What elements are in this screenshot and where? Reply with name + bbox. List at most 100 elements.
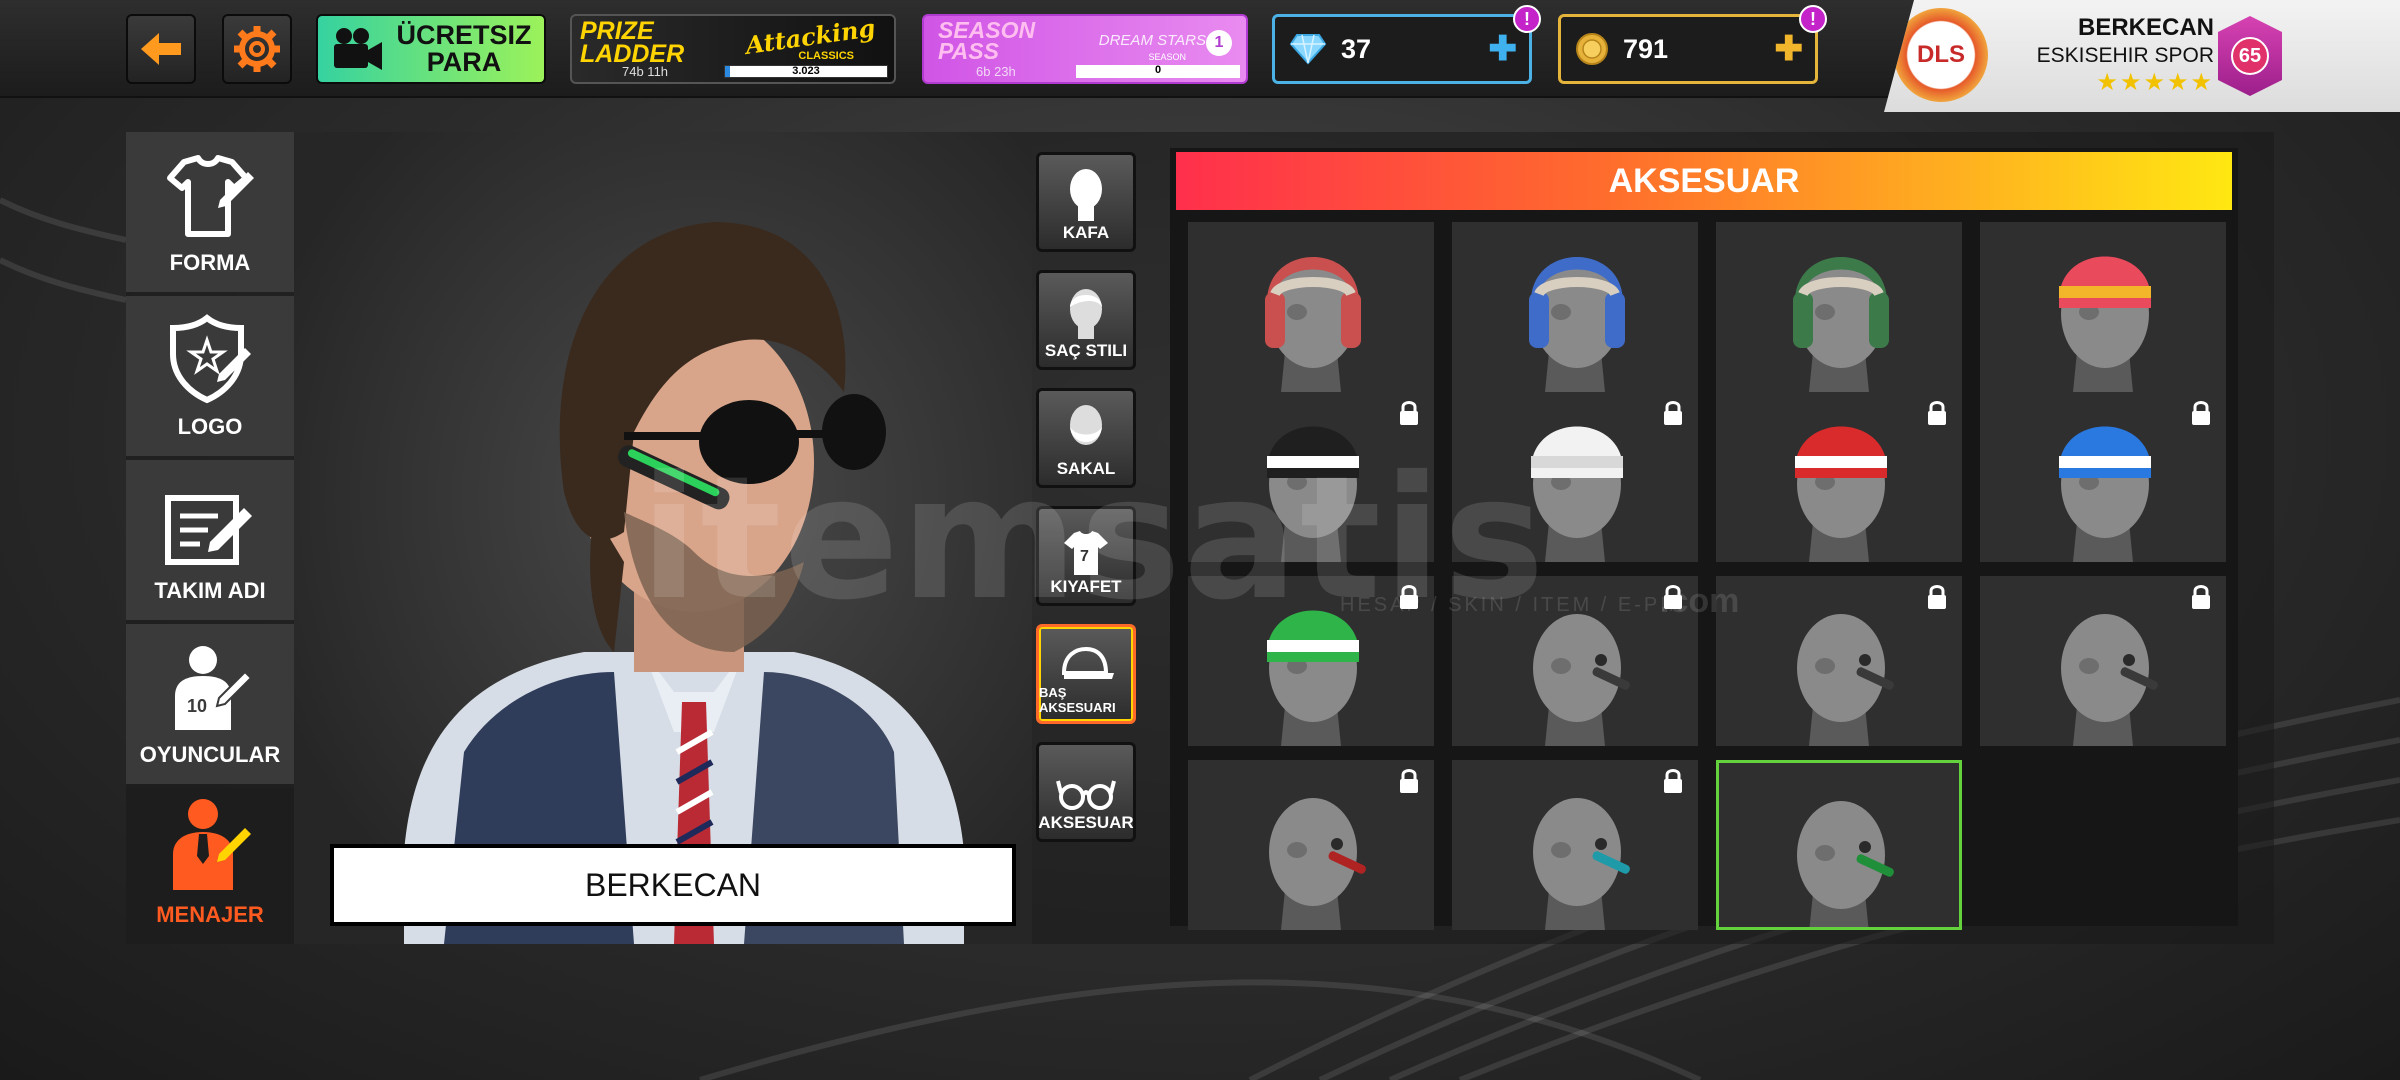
gems-counter[interactable]: 37 ✚ !	[1272, 5, 1541, 84]
coins-value: 791	[1623, 33, 1669, 64]
mannequin-head	[1795, 426, 1887, 562]
svg-text:10: 10	[187, 696, 207, 716]
level-value: 65	[2231, 37, 2269, 75]
cap-icon	[1061, 646, 1114, 679]
sidebar-item-team-name[interactable]: TAKIM ADI	[126, 460, 294, 620]
season-pass-subtitle: DREAM STARS	[1098, 32, 1206, 49]
team-badge-text: DLS	[1917, 41, 1965, 68]
shirt-edit-icon	[167, 155, 254, 237]
diamond-icon	[1289, 34, 1327, 65]
lock-icon	[2190, 584, 2212, 615]
lock-icon	[1926, 584, 1948, 615]
mannequin-head	[2061, 614, 2158, 746]
head-icon	[1070, 169, 1102, 221]
mannequin-head	[2059, 256, 2151, 392]
video-camera-icon	[334, 28, 382, 70]
accessory-item-14[interactable]	[1452, 760, 1698, 930]
profile-team: ESKISEHIR SPOR	[2036, 44, 2214, 67]
category-accessory[interactable]: AKSESUAR	[1036, 742, 1136, 842]
accessory-item-12[interactable]	[1980, 576, 2226, 746]
shield-edit-icon	[170, 314, 251, 404]
accessory-item-7[interactable]	[1716, 392, 1962, 562]
season-pass-value: 0	[1154, 64, 1162, 76]
category-label: BAŞ AKSESUARI	[1039, 685, 1116, 715]
sidebar-item-players[interactable]: 10 OYUNCULAR	[126, 624, 294, 784]
lock-icon	[2190, 400, 2212, 431]
season-pass-emblem-icon: 1	[1206, 30, 1232, 56]
season-pass-subtitle-2: SEASON	[1148, 52, 1186, 62]
gear-icon	[234, 26, 280, 72]
season-pass-timer: 6b 23h	[976, 64, 1016, 79]
prize-ladder-brand-sub: CLASSICS	[798, 50, 854, 62]
accessory-item-11[interactable]	[1716, 576, 1962, 746]
sidebar-item-label: FORMA	[169, 250, 251, 275]
back-button[interactable]	[126, 14, 196, 84]
lock-icon	[1662, 400, 1684, 431]
sidebar: FORMA LOGO TAKIM ADI 10 OYUNCULAR MENAJE…	[126, 132, 294, 944]
accessory-item-8[interactable]	[1980, 392, 2226, 562]
sidebar-item-label: LOGO	[177, 414, 243, 439]
coins-counter[interactable]: 791 ✚ !	[1558, 5, 1827, 84]
add-coins-icon[interactable]: ✚	[1775, 29, 1804, 69]
sidebar-item-label: MENAJER	[156, 902, 264, 927]
free-money-label: ÜCRETSIZ PARA	[396, 20, 532, 77]
mannequin-head	[1265, 257, 1361, 392]
gems-value: 37	[1341, 33, 1372, 64]
manager-name-field[interactable]: BERKECAN	[330, 844, 1016, 926]
category-head-accessory[interactable]: BAŞ AKSESUARI	[1036, 624, 1136, 724]
accessory-item-3[interactable]	[1716, 222, 1962, 392]
category-hairstyle[interactable]: SAÇ STILI	[1036, 270, 1136, 370]
arrow-left-icon	[141, 33, 181, 65]
watermark-com: .com	[1660, 582, 1740, 620]
level-badge: 65	[2218, 16, 2282, 96]
mannequin-head	[1793, 257, 1889, 392]
category-label: SAÇ STILI	[1044, 341, 1128, 360]
accessory-item-13[interactable]	[1188, 760, 1434, 930]
mannequin-head	[1529, 257, 1625, 392]
mannequin-head	[1269, 798, 1366, 930]
lock-icon	[1662, 768, 1684, 799]
prize-ladder-button[interactable]: PRIZE LADDER Attacking CLASSICS 74b 11h …	[570, 13, 896, 84]
grid-title: AKSESUAR	[1176, 152, 2232, 210]
hairstyle-icon	[1070, 289, 1102, 339]
glasses-icon	[1056, 780, 1116, 810]
prize-ladder-value: 3.023	[792, 65, 820, 77]
watermark-sub: HESAP / SKIN / ITEM / E-PIN	[1340, 594, 1687, 616]
sidebar-item-forma[interactable]: FORMA	[126, 132, 294, 292]
season-pass-button[interactable]: SEASON PASS DREAM STARS SEASON 1 6b 23h …	[922, 14, 1248, 84]
free-money-button[interactable]: ÜCRETSIZ PARA	[316, 14, 546, 84]
mannequin-head	[1797, 801, 1894, 927]
season-pass-progress: 0	[1076, 64, 1240, 78]
coins-alert-badge: !	[1799, 5, 1827, 33]
mannequin-head	[1797, 614, 1894, 746]
accessory-item-4[interactable]	[1980, 222, 2226, 392]
profile-name: BERKECAN	[2077, 14, 2214, 41]
sidebar-item-manager[interactable]: MENAJER	[126, 788, 294, 944]
sidebar-item-label: TAKIM ADI	[154, 578, 266, 603]
profile-panel[interactable]: DLS BERKECAN ESKISEHIR SPOR ★★★★★ 65	[1884, 0, 2400, 112]
team-badge: DLS	[1894, 8, 1988, 102]
mannequin-head	[2059, 426, 2151, 562]
manager-edit-icon	[173, 799, 251, 890]
accessory-item-2[interactable]	[1452, 222, 1698, 392]
category-label: KAFA	[1062, 223, 1110, 242]
sidebar-item-label: OYUNCULAR	[139, 742, 281, 767]
lock-icon	[1398, 400, 1420, 431]
settings-button[interactable]	[222, 14, 292, 84]
lock-icon	[1398, 768, 1420, 799]
prize-ladder-progress: 3.023	[724, 65, 888, 78]
sidebar-item-logo[interactable]: LOGO	[126, 296, 294, 456]
lock-icon	[1926, 400, 1948, 431]
prize-ladder-timer: 74b 11h	[622, 64, 669, 79]
category-head[interactable]: KAFA	[1036, 152, 1136, 252]
gems-alert-badge: !	[1513, 5, 1541, 33]
coin-icon	[1576, 33, 1608, 65]
accessory-item-1[interactable]	[1188, 222, 1434, 392]
mannequin-head	[1533, 798, 1630, 930]
category-label: AKSESUAR	[1038, 813, 1134, 832]
add-gems-icon[interactable]: ✚	[1489, 29, 1518, 69]
player-edit-icon: 10	[175, 646, 253, 730]
note-edit-icon	[165, 495, 252, 565]
accessory-item-15[interactable]	[1716, 760, 1962, 930]
profile-stars: ★★★★★	[2096, 69, 2214, 96]
